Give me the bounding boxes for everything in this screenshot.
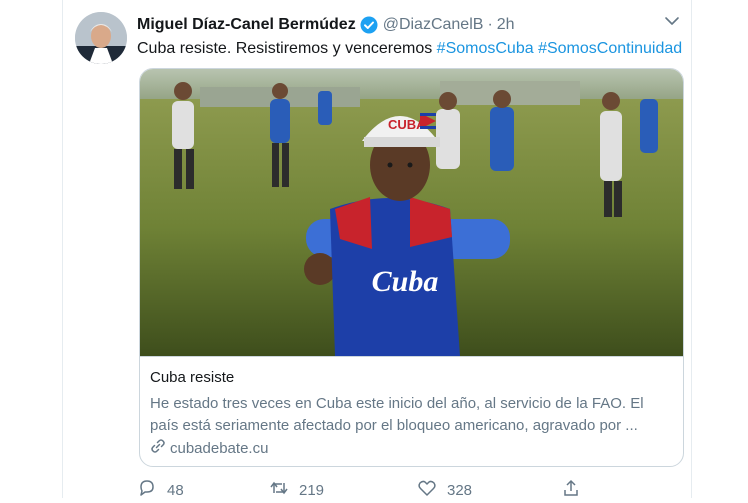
verified-badge-icon: [360, 16, 378, 34]
card-domain[interactable]: cubadebate.cu: [170, 440, 268, 457]
jersey-text: Cuba: [372, 265, 439, 298]
link-card[interactable]: Cuba CUBA Cuba resiste He estado tres ve…: [139, 68, 684, 467]
card-description: He estado tres veces en Cuba este inicio…: [150, 395, 644, 434]
tweet-header: Miguel Díaz-Canel Bermúdez @DiazCanelB ·…: [137, 14, 515, 36]
like-button[interactable]: 328: [417, 478, 472, 503]
reply-count: 48: [167, 482, 184, 499]
like-count: 328: [447, 482, 473, 499]
share-button[interactable]: [561, 478, 581, 503]
tweet-body: Cuba resiste. Resistiremos y venceremos: [137, 40, 433, 57]
like-icon: [417, 478, 437, 503]
card-image[interactable]: Cuba CUBA: [140, 69, 683, 356]
card-body[interactable]: Cuba resiste He estado tres veces en Cub…: [140, 356, 683, 466]
author-name[interactable]: Miguel Díaz-Canel Bermúdez: [137, 16, 356, 34]
tweet-time[interactable]: 2h: [497, 16, 515, 34]
hashtag-somoscuba[interactable]: #SomosCuba: [437, 40, 534, 57]
link-icon: [150, 438, 166, 459]
hashtag-somoscontinuidad[interactable]: #SomosContinuidad: [538, 40, 682, 57]
tweet-text: Cuba resiste. Resistiremos y venceremos …: [137, 38, 682, 60]
share-icon: [561, 478, 581, 503]
retweet-icon: [269, 478, 289, 503]
reply-button[interactable]: 48: [137, 478, 184, 503]
retweet-button[interactable]: 219: [269, 478, 324, 503]
avatar[interactable]: [75, 12, 127, 64]
tweet-panel: Miguel Díaz-Canel Bermúdez @DiazCanelB ·…: [62, 0, 692, 499]
card-title[interactable]: Cuba resiste: [150, 369, 234, 386]
separator: ·: [487, 16, 493, 33]
author-handle[interactable]: @DiazCanelB: [383, 16, 484, 34]
retweet-count: 219: [299, 482, 325, 499]
chevron-down-icon[interactable]: [663, 12, 681, 30]
reply-icon: [137, 478, 157, 503]
card-link[interactable]: cubadebate.cu: [150, 438, 268, 459]
